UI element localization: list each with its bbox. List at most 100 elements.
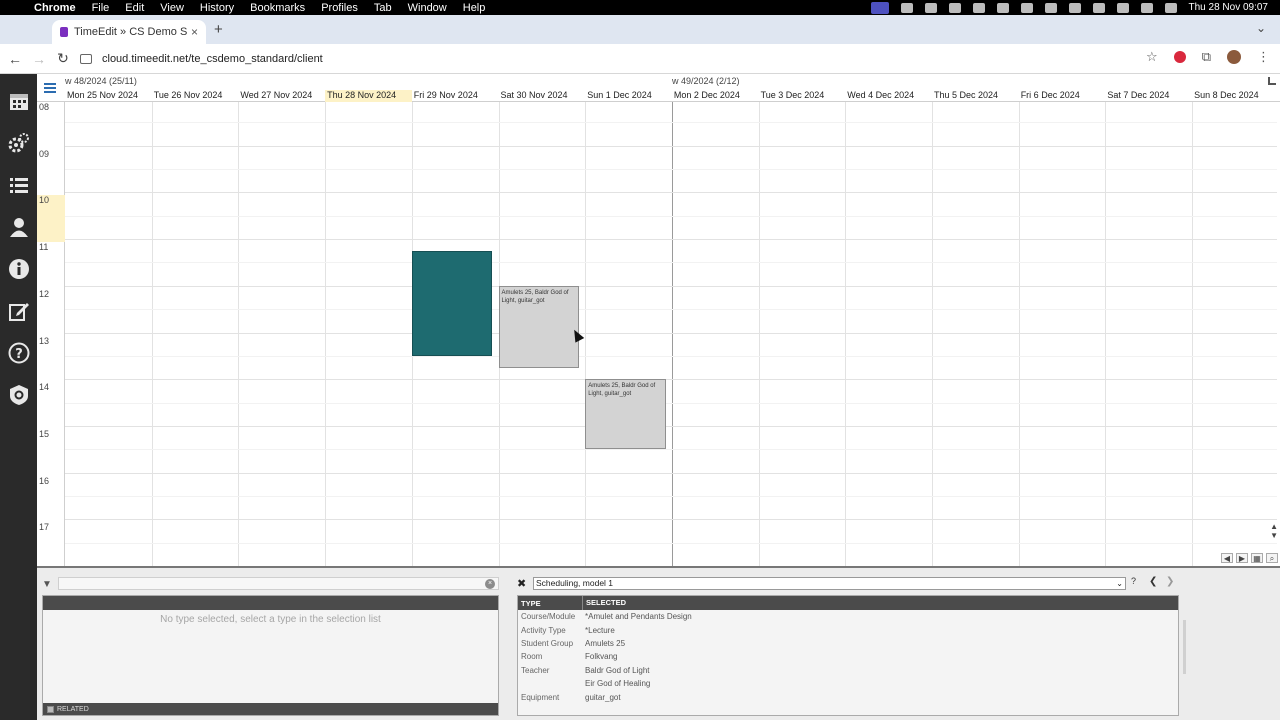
- calendar-header: w 48/2024 (25/11) w 49/2024 (2/12) Mon 2…: [37, 74, 1280, 102]
- settings-icon[interactable]: [7, 132, 31, 154]
- extension-icon[interactable]: [996, 2, 1009, 13]
- info-icon[interactable]: [7, 258, 31, 280]
- day-header[interactable]: Thu 5 Dec 2024: [932, 90, 1019, 102]
- booking-block[interactable]: [411, 250, 493, 356]
- pen-icon[interactable]: [1020, 2, 1033, 13]
- bookmark-star-icon[interactable]: ☆: [1146, 49, 1158, 65]
- edit-icon[interactable]: [7, 300, 31, 322]
- bluetooth-icon[interactable]: [1044, 2, 1057, 13]
- vpn-icon[interactable]: [972, 2, 985, 13]
- cloud-icon[interactable]: [948, 2, 961, 13]
- profile-avatar[interactable]: [1227, 50, 1241, 64]
- related-checkbox[interactable]: [47, 705, 54, 713]
- menu-file[interactable]: File: [92, 2, 110, 14]
- day-header[interactable]: Sun 8 Dec 2024: [1192, 90, 1279, 102]
- day-header[interactable]: Mon 2 Dec 2024: [672, 90, 759, 102]
- menu-bookmarks[interactable]: Bookmarks: [250, 2, 305, 14]
- back-button[interactable]: ←: [3, 51, 27, 67]
- info-type: Activity Type: [521, 625, 566, 635]
- tab-strip: TimeEdit » CS Demo Standar × + ⌄: [0, 15, 1280, 44]
- list-icon[interactable]: [7, 174, 31, 196]
- day-header[interactable]: Sat 7 Dec 2024: [1105, 90, 1192, 102]
- day-header[interactable]: Mon 25 Nov 2024: [65, 90, 152, 102]
- browser-menu-icon[interactable]: ⋮: [1257, 49, 1270, 65]
- menu-help[interactable]: Help: [463, 2, 486, 14]
- new-tab-button[interactable]: +: [214, 21, 223, 38]
- day-header[interactable]: Fri 29 Nov 2024: [412, 90, 499, 102]
- search-icon[interactable]: [1140, 2, 1153, 13]
- wifi-icon[interactable]: [1116, 2, 1129, 13]
- user-icon[interactable]: [7, 216, 31, 238]
- control-center-icon[interactable]: [1164, 2, 1177, 13]
- menu-profiles[interactable]: Profiles: [321, 2, 358, 14]
- booking-block[interactable]: Amulets 25, Baldr God of Light, guitar_g…: [498, 285, 580, 368]
- related-bar: RELATED: [43, 703, 498, 715]
- day-header[interactable]: Thu 28 Nov 2024: [325, 90, 412, 102]
- calendar-icon[interactable]: [7, 90, 31, 112]
- tab-close-icon[interactable]: ×: [191, 25, 198, 39]
- scheduling-model-select[interactable]: Scheduling, model 1 ⌄: [533, 577, 1126, 590]
- hour-label: 14: [39, 382, 50, 393]
- brightness-icon[interactable]: [900, 2, 913, 13]
- half-hour-gridline: [65, 495, 1277, 497]
- clear-filter-icon[interactable]: ×: [485, 579, 495, 589]
- info-row[interactable]: Course/Module *Amulet and Pendants Design: [518, 610, 1178, 623]
- extension-red-icon[interactable]: [1173, 51, 1186, 63]
- menu-window[interactable]: Window: [408, 2, 447, 14]
- shield-icon[interactable]: [7, 384, 31, 406]
- scroll-down-icon[interactable]: ▼: [1270, 531, 1278, 540]
- day-header[interactable]: Fri 6 Dec 2024: [1019, 90, 1106, 102]
- info-value: Amulets 25: [585, 638, 626, 648]
- calendar-grid[interactable]: 08 09 10 11 12 13 14 15 16 17 Amulets 25, Baldr Go…: [37, 102, 1280, 566]
- menu-view[interactable]: View: [160, 2, 184, 14]
- forward-button[interactable]: →: [27, 51, 51, 67]
- battery-icon[interactable]: [1092, 2, 1105, 13]
- chart-corner-icon[interactable]: [1268, 77, 1276, 85]
- calendar-menu-icon[interactable]: [44, 83, 56, 93]
- day-header[interactable]: Tue 26 Nov 2024: [152, 90, 239, 102]
- volume-icon[interactable]: [1068, 2, 1081, 13]
- next-arrow-icon[interactable]: ❯: [1166, 576, 1174, 587]
- menu-chrome[interactable]: Chrome: [34, 2, 76, 14]
- day-header[interactable]: Sun 1 Dec 2024: [585, 90, 672, 102]
- filter-icon[interactable]: ▼: [42, 579, 54, 590]
- scroll-right-icon[interactable]: ▶: [1236, 553, 1248, 563]
- info-row[interactable]: Student Group Amulets 25: [518, 637, 1178, 650]
- day-header[interactable]: Wed 4 Dec 2024: [845, 90, 932, 102]
- svg-text:?: ?: [15, 347, 23, 362]
- info-row[interactable]: Equipment guitar_got: [518, 690, 1178, 703]
- calendar-pick-icon[interactable]: ▦: [1251, 553, 1263, 563]
- tab-search-chevron-icon[interactable]: ⌄: [1256, 21, 1266, 35]
- hour-gridline: [65, 192, 1277, 194]
- panel-resize-handle[interactable]: [1183, 620, 1186, 674]
- info-row[interactable]: Eir God of Healing: [518, 677, 1178, 690]
- clock[interactable]: Thu 28 Nov 09:07: [1189, 2, 1269, 13]
- previous-arrow-icon[interactable]: ❮: [1149, 576, 1157, 587]
- close-reservation-icon[interactable]: ✖: [517, 577, 529, 590]
- url-text[interactable]: cloud.timeedit.net/te_csdemo_standard/cl…: [102, 53, 323, 65]
- browser-tab[interactable]: TimeEdit » CS Demo Standar ×: [52, 20, 206, 44]
- day-header[interactable]: Tue 3 Dec 2024: [759, 90, 846, 102]
- extensions-puzzle-icon[interactable]: ⧉: [1202, 49, 1211, 65]
- filter-input[interactable]: ×: [58, 577, 499, 590]
- help-button[interactable]: ?: [1131, 576, 1136, 586]
- zoom-icon[interactable]: [924, 2, 937, 13]
- zoom-search-icon[interactable]: ⌕: [1266, 553, 1278, 563]
- site-info-icon[interactable]: [80, 54, 92, 64]
- booking-block[interactable]: Amulets 25, Baldr God of Light, guitar_g…: [585, 379, 666, 450]
- menu-history[interactable]: History: [200, 2, 234, 14]
- screen-record-icon[interactable]: [870, 1, 889, 14]
- menu-tab[interactable]: Tab: [374, 2, 392, 14]
- info-row[interactable]: Activity Type *Lecture: [518, 623, 1178, 636]
- day-header[interactable]: Wed 27 Nov 2024: [238, 90, 325, 102]
- reload-button[interactable]: ↻: [51, 50, 75, 67]
- info-row[interactable]: Teacher Baldr God of Light: [518, 664, 1178, 677]
- day-header[interactable]: Sat 30 Nov 2024: [499, 90, 586, 102]
- address-bar[interactable]: cloud.timeedit.net/te_csdemo_standard/cl…: [80, 48, 1165, 70]
- help-icon[interactable]: ?: [7, 342, 31, 364]
- menu-edit[interactable]: Edit: [125, 2, 144, 14]
- info-row[interactable]: Room Folkvang: [518, 650, 1178, 663]
- scroll-up-icon[interactable]: ▲: [1270, 522, 1278, 531]
- browser-toolbar: ← → ↻ cloud.timeedit.net/te_csdemo_stand…: [0, 44, 1280, 74]
- scroll-left-icon[interactable]: ◀: [1221, 553, 1233, 563]
